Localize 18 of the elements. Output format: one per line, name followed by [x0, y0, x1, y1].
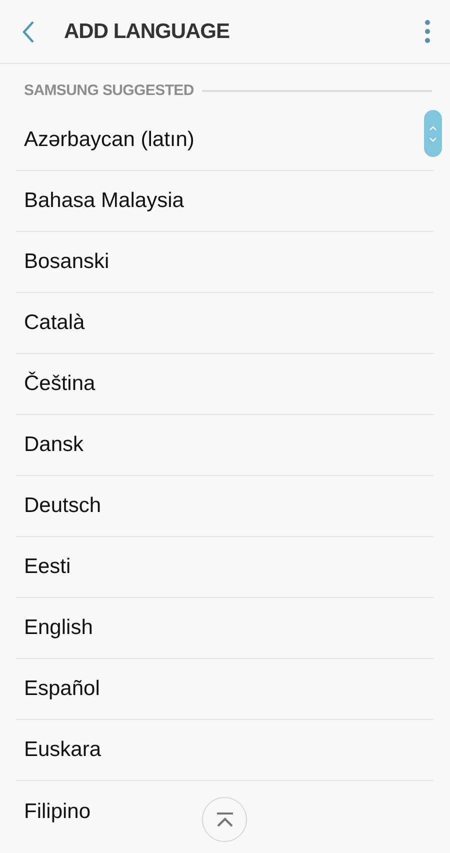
language-item[interactable]: Dansk — [24, 429, 84, 461]
language-item[interactable]: Euskara — [24, 734, 102, 766]
screen-title: ADD LANGUAGE — [64, 18, 230, 45]
back-icon — [21, 20, 35, 44]
language-item[interactable]: Español — [24, 673, 100, 705]
scroll-to-top-icon — [216, 812, 234, 828]
scroll-handle[interactable] — [424, 110, 442, 157]
language-item[interactable]: Azərbaycan (latın) — [24, 124, 194, 156]
language-item[interactable]: English — [24, 612, 93, 644]
language-item[interactable]: Deutsch — [24, 490, 102, 522]
language-item[interactable]: Filipino — [24, 796, 91, 828]
language-item[interactable]: Català — [24, 307, 85, 339]
language-item[interactable]: Bahasa Malaysia — [24, 185, 184, 217]
language-item[interactable]: Eesti — [24, 551, 71, 583]
language-item[interactable]: Čeština — [24, 368, 96, 400]
scroll-to-top-button[interactable] — [202, 797, 247, 842]
language-item[interactable]: Bosanski — [24, 246, 110, 278]
section-header: SAMSUNG SUGGESTED — [24, 80, 194, 101]
